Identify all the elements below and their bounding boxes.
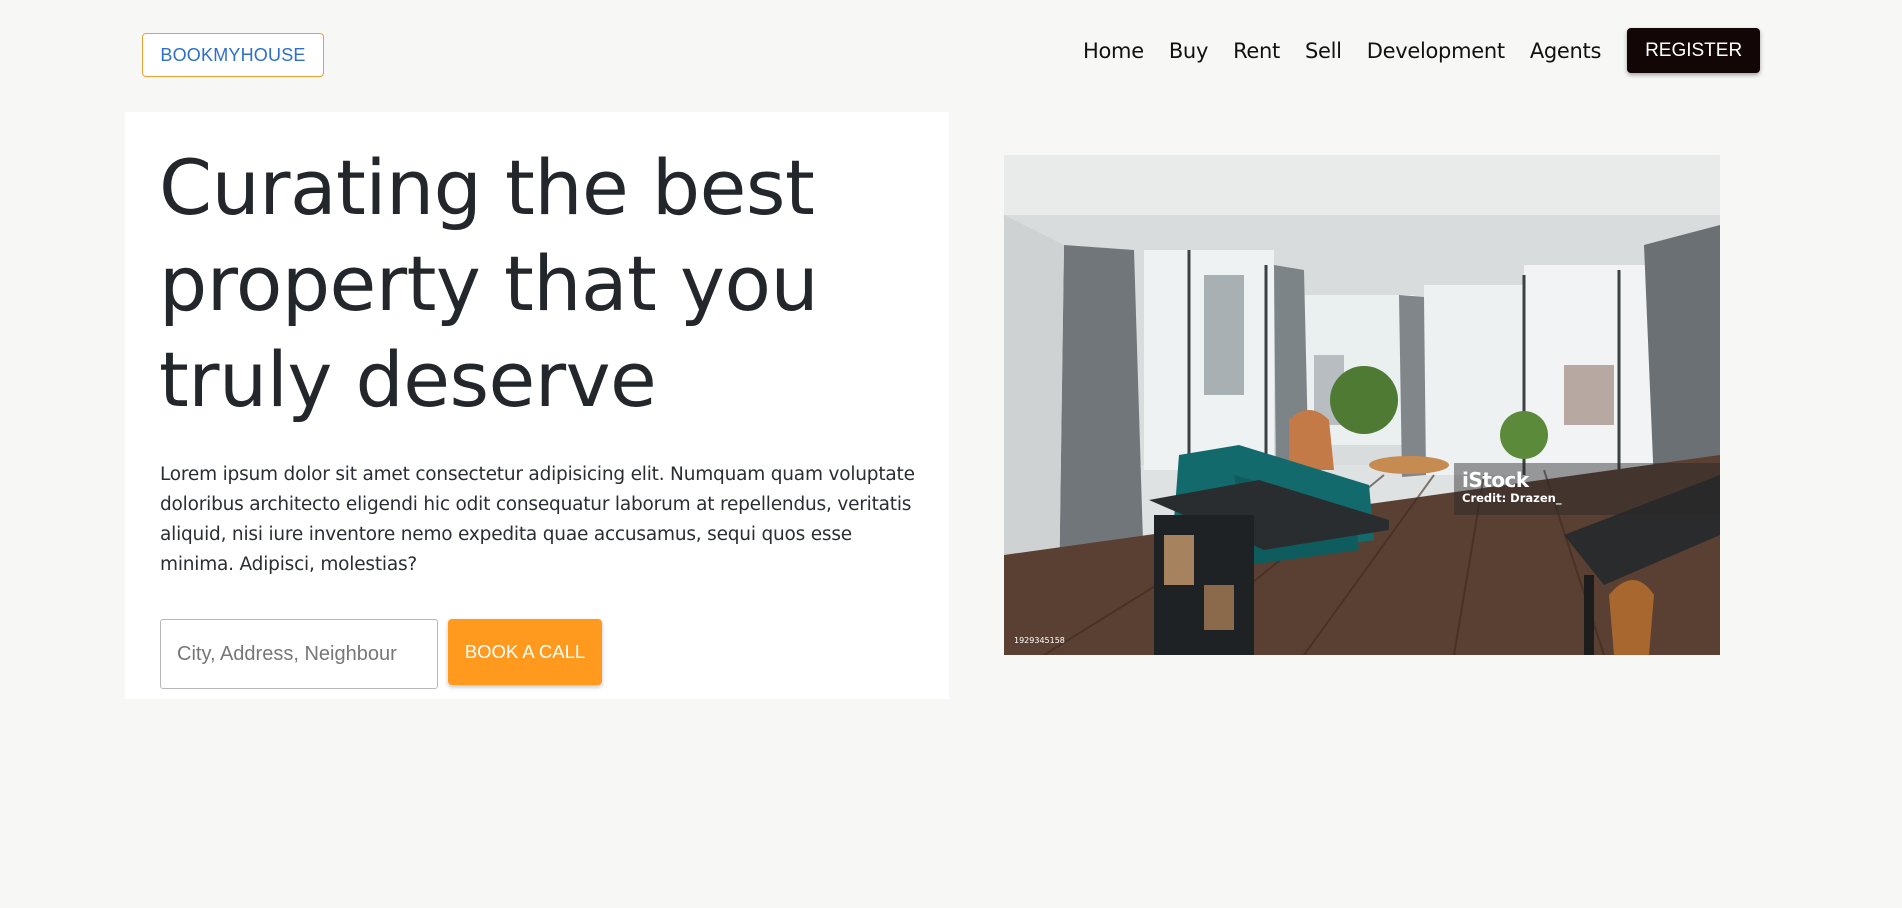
hero-section: Curating the best property that you trul… bbox=[125, 112, 949, 699]
watermark-brand: iStock bbox=[1462, 468, 1529, 492]
image-id: 1929345158 bbox=[1014, 636, 1065, 645]
nav-rent-link[interactable]: Rent bbox=[1233, 29, 1280, 73]
book-call-button[interactable]: BOOK A CALL bbox=[448, 619, 602, 685]
nav-development-link[interactable]: Development bbox=[1367, 29, 1505, 73]
brand-logo[interactable]: BOOKMYHOUSE bbox=[142, 33, 324, 77]
hero-image: iStock Credit: Drazen_ 1929345158 bbox=[1004, 155, 1720, 655]
image-watermark: iStock Credit: Drazen_ bbox=[1454, 463, 1720, 515]
nav-home-link[interactable]: Home bbox=[1083, 29, 1144, 73]
nav-agents-link[interactable]: Agents bbox=[1530, 29, 1602, 73]
hero-description: Lorem ipsum dolor sit amet consectetur a… bbox=[160, 464, 915, 575]
nav-sell-link[interactable]: Sell bbox=[1305, 29, 1342, 73]
register-button[interactable]: REGISTER bbox=[1627, 28, 1761, 73]
nav-buy-link[interactable]: Buy bbox=[1169, 29, 1209, 73]
hero-title: Curating the best property that you trul… bbox=[159, 143, 819, 424]
search-form: BOOK A CALL bbox=[160, 619, 602, 689]
location-search-input[interactable] bbox=[160, 619, 438, 689]
living-room-photo bbox=[1004, 155, 1720, 655]
main-nav: Home Buy Rent Sell Development Agents RE… bbox=[1083, 28, 1761, 73]
watermark-credit: Credit: Drazen_ bbox=[1462, 491, 1562, 505]
